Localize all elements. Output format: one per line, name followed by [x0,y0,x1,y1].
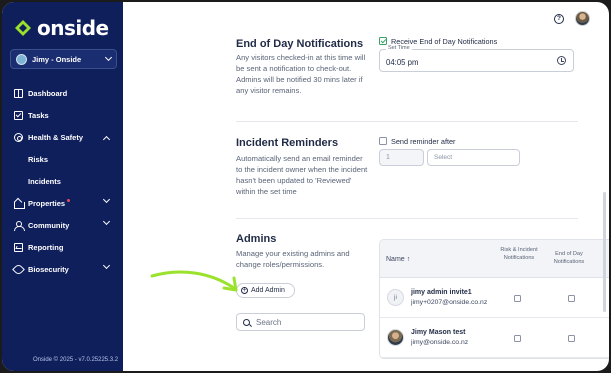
properties-icon [14,199,25,209]
admin-name: jimy admin invite1 [411,289,472,296]
sort-arrow-up-icon: ↑ [406,256,411,263]
divider [236,218,578,219]
sidebar-item-label: Incidents [28,176,61,186]
sidebar-item-incidents[interactable]: Incidents [2,170,123,192]
eod-checkbox[interactable] [379,37,387,45]
incident-checkbox[interactable] [379,137,387,145]
column-header-name[interactable]: Name ↑ [386,256,410,264]
community-icon [14,220,25,231]
eod-description: Any visitors checked-in at this time wil… [236,53,366,95]
column-header-end-of-day: End of Day Notifications [553,251,585,265]
reminder-unit-select[interactable]: Select [427,149,520,166]
sidebar-item-label: Health & Safety [28,132,84,142]
incident-description: Automatically send an email reminder to … [236,154,368,196]
notification-dot [67,199,71,202]
logo-text: onside [37,16,109,40]
sidebar-item-label: Dashboard [28,88,68,98]
health-safety-icon [14,132,23,142]
sidebar-item-health-safety[interactable]: Health & Safety [2,126,123,148]
sidebar-item-tasks[interactable]: Tasks [2,104,123,126]
risk-incident-checkbox[interactable] [514,335,521,342]
sidebar-item-reporting[interactable]: Reporting [2,236,123,258]
search-icon [243,318,250,326]
end-of-day-checkbox[interactable] [568,335,575,342]
sidebar-item-dashboard[interactable]: Dashboard [2,82,123,104]
table-row[interactable]: Jimy Mason test jimy@onside.co.nz [380,318,609,358]
avatar: ji [387,289,404,306]
sidebar-item-label: Tasks [28,110,49,120]
tasks-icon [14,110,23,120]
sidebar-item-biosecurity[interactable]: Biosecurity [2,258,123,280]
admin-search-input[interactable]: Search [236,313,365,331]
chevron-down-icon [102,195,111,204]
sidebar-item-label: Biosecurity [28,264,69,274]
incident-title: Incident Reminders [236,137,339,149]
risk-incident-checkbox[interactable] [514,295,521,302]
table-row[interactable]: ji jimy admin invite1 jimy+0207@onside.c… [380,278,609,318]
chevron-down-icon [102,217,111,226]
end-of-day-checkbox[interactable] [568,295,575,302]
add-admin-label: Add Admin [251,287,285,294]
chevron-down-icon [102,261,111,270]
account-name: Jimy - Onside [32,54,82,64]
account-switcher[interactable]: Jimy - Onside [10,49,117,69]
sidebar-item-label: Risks [28,154,49,164]
table-header: Name ↑ Risk & Incident Notifications End … [380,240,609,278]
admin-name: Jimy Mason test [411,329,466,336]
sidebar-item-label: Properties [28,198,66,208]
column-header-risk-incident: Risk & Incident Notifications [500,247,538,261]
biosecurity-icon [12,262,25,276]
settings-content: End of Day Notifications Any visitors ch… [123,2,609,371]
dashboard-icon [14,88,23,98]
admin-email: jimy+0207@onside.co.nz [411,299,488,306]
set-time-field[interactable]: Set Time 04:05 pm [379,45,574,72]
admins-title: Admins [236,233,277,245]
sidebar-nav: Dashboard Tasks Health & Safety Risks In… [2,82,123,280]
admin-email: jimy@onside.co.nz [411,339,469,346]
chevron-down-icon [104,53,113,62]
sidebar-item-risks[interactable]: Risks [2,148,123,170]
reminder-number-input[interactable]: 1 [379,149,424,166]
sidebar-item-properties[interactable]: Properties [2,192,123,214]
sidebar-item-label: Community [28,220,70,230]
avatar [387,329,404,346]
incident-checkbox-label: Send reminder after [391,137,456,146]
reporting-icon [14,242,23,252]
sidebar: onside Jimy - Onside Dashboard Tasks Hea… [2,2,123,371]
logo[interactable]: onside [14,16,109,40]
clock-icon[interactable] [557,56,566,65]
column-name-label: Name [386,256,405,263]
search-placeholder: Search [256,317,282,327]
admins-description: Manage your existing admins and change r… [236,249,350,269]
chevron-up-icon [102,135,111,144]
scrollbar[interactable] [603,192,606,312]
app-window: onside Jimy - Onside Dashboard Tasks Hea… [2,2,609,371]
admins-table: Name ↑ Risk & Incident Notifications End … [379,239,609,359]
set-time-label: Set Time [386,45,412,51]
account-avatar [16,53,27,65]
annotation-arrow-icon [150,270,238,292]
reminder-unit-placeholder: Select [434,154,453,161]
sidebar-item-label: Reporting [28,242,64,252]
set-time-value: 04:05 pm [386,58,419,67]
reminder-number-value: 1 [386,154,390,161]
version-text: Onside © 2025 - v7.0.25225.3.2 [33,357,119,363]
onside-logo-icon [14,19,32,37]
divider [236,121,578,122]
eod-title: End of Day Notifications [236,38,364,50]
sidebar-item-community[interactable]: Community [2,214,123,236]
